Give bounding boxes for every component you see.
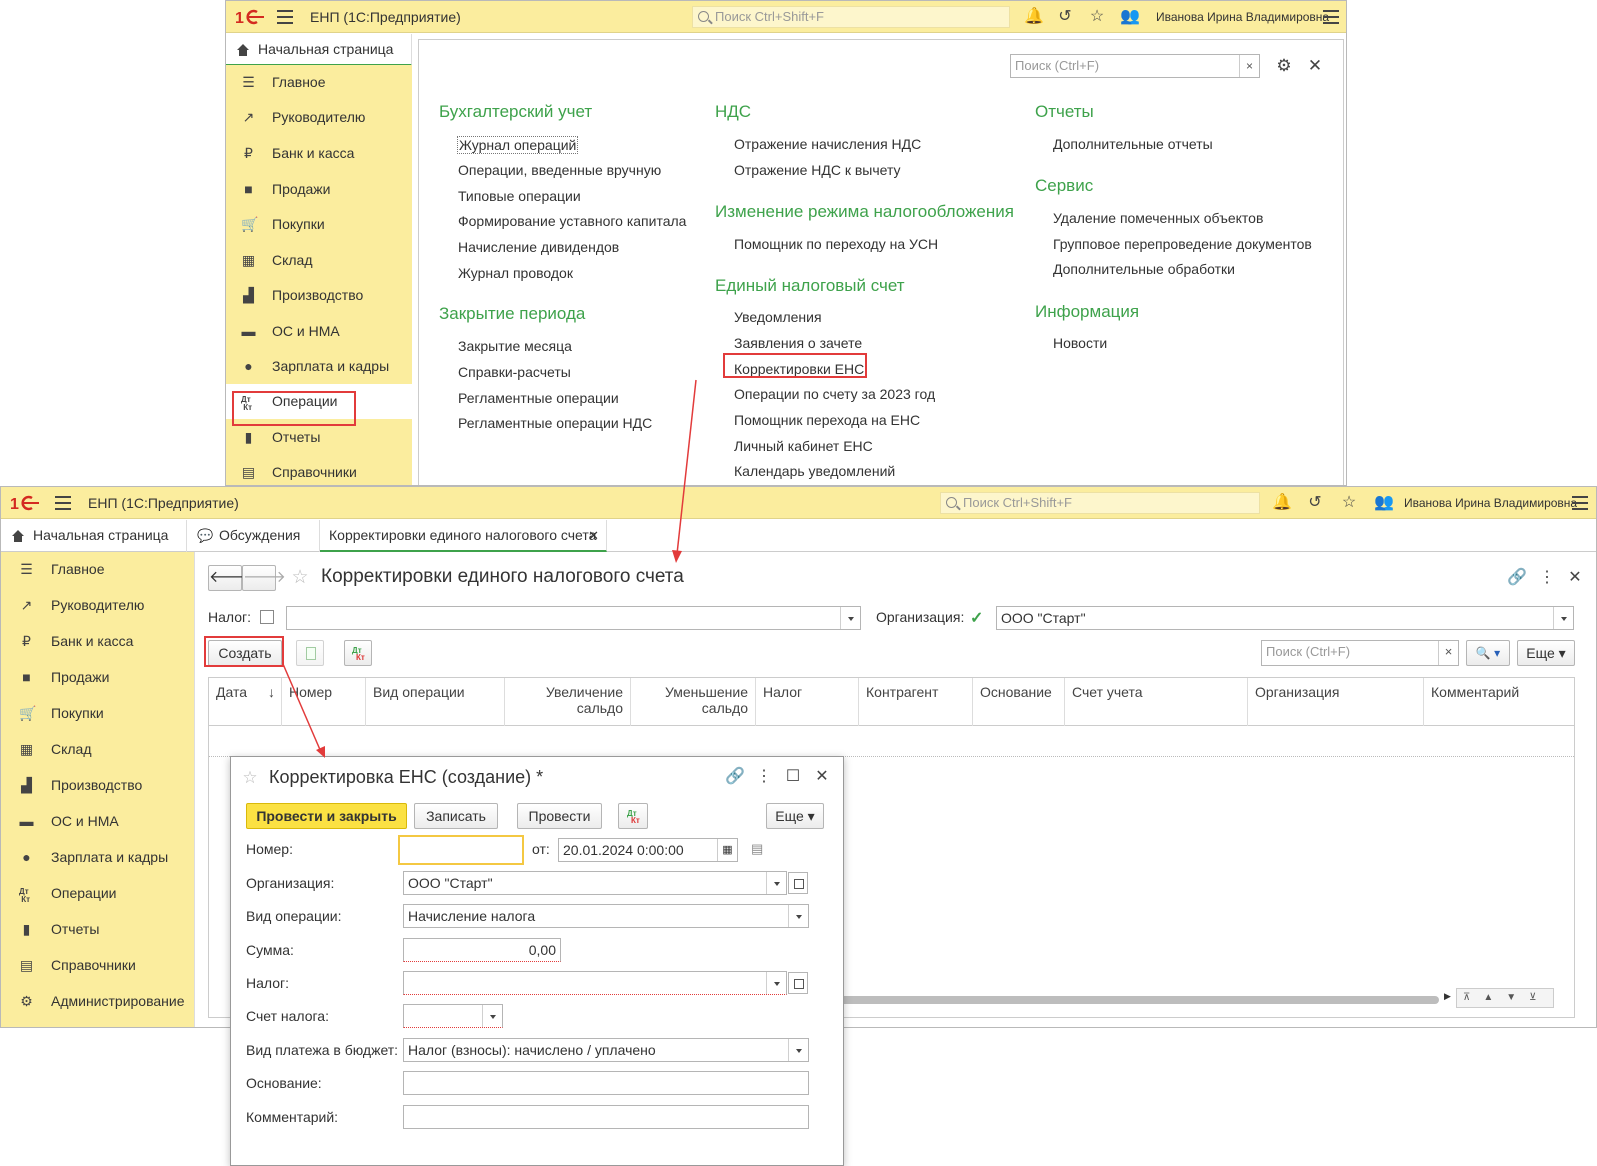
- arrow-head: [672, 550, 682, 563]
- arrow-line: [282, 663, 322, 753]
- annotation-arrows: [282, 379, 697, 758]
- arrow-head: [316, 746, 325, 758]
- arrow-line: [676, 379, 697, 555]
